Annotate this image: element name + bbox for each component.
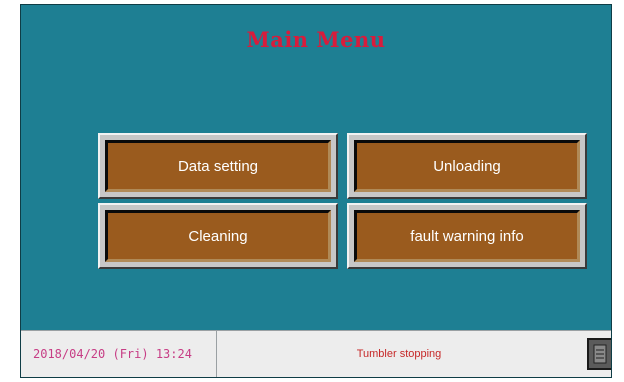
cleaning-button-label: Cleaning: [105, 210, 331, 262]
fault-warning-info-button[interactable]: fault warning info: [347, 203, 587, 269]
data-setting-button[interactable]: Data setting: [98, 133, 338, 199]
status-bar: 2018/04/20 (Fri) 13:24 Tumbler stopping: [21, 330, 611, 377]
data-setting-button-label: Data setting: [105, 140, 331, 192]
corner-panel-button[interactable]: [587, 338, 611, 370]
unloading-button[interactable]: Unloading: [347, 133, 587, 199]
panel-icon: [593, 344, 607, 364]
status-datetime: 2018/04/20 (Fri) 13:24: [33, 347, 192, 361]
fault-warning-info-button-label: fault warning info: [354, 210, 580, 262]
status-message: Tumbler stopping: [356, 348, 442, 360]
unloading-button-label: Unloading: [354, 140, 580, 192]
page-title: Main Menu: [246, 27, 386, 52]
hmi-screen: Main Menu Data setting Unloading Cleanin…: [20, 4, 612, 378]
cleaning-button[interactable]: Cleaning: [98, 203, 338, 269]
